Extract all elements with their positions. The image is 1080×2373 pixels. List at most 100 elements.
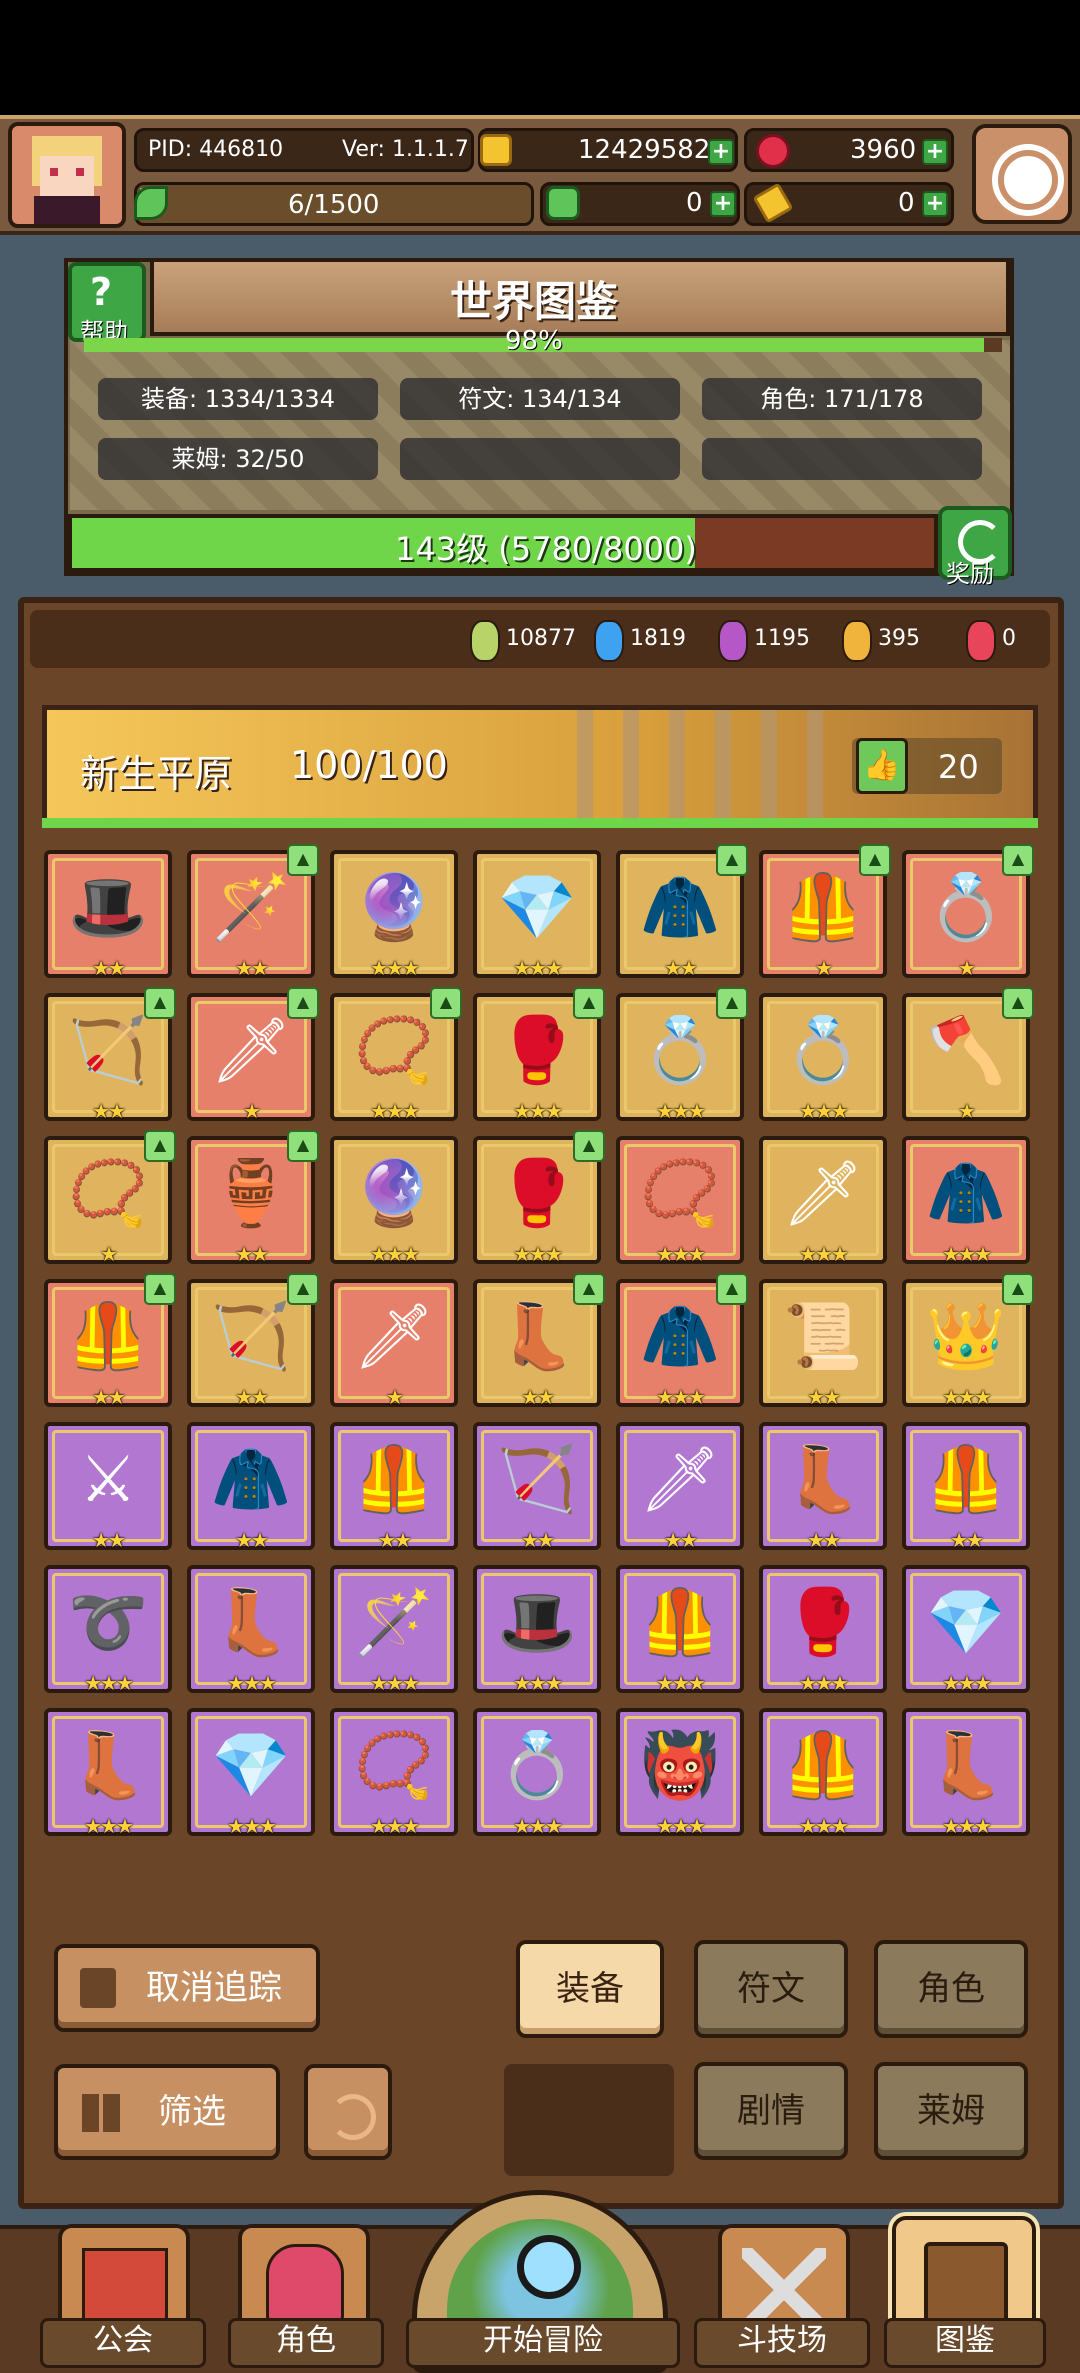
equipment-item[interactable]: 🦺 ★★ bbox=[902, 1422, 1030, 1552]
equipment-item[interactable]: 🪄 ★★ ▲ bbox=[187, 844, 319, 980]
boots-icon: 👢 bbox=[926, 1729, 1006, 1803]
equipment-item[interactable]: ➰ ★★★ bbox=[44, 1565, 172, 1695]
equipment-item[interactable]: 💎 ★★★ bbox=[902, 1565, 1030, 1695]
equipment-item[interactable]: 🧥 ★★ ▲ bbox=[616, 844, 748, 980]
equipment-item[interactable]: 📿 ★★★ ▲ bbox=[330, 987, 462, 1123]
gear-icon bbox=[998, 150, 1058, 210]
star-rating: ★ bbox=[958, 1099, 976, 1123]
equipment-item[interactable]: 🧥 ★★ bbox=[187, 1422, 315, 1552]
armor-icon: 🦺 bbox=[926, 1443, 1006, 1517]
thumbs-up-icon: 👍 bbox=[856, 738, 908, 794]
star-rating: ★★★ bbox=[942, 1385, 992, 1409]
stat-rune: 符文: 134/134 bbox=[400, 378, 680, 420]
armor-icon: 🦺 bbox=[640, 1586, 720, 1660]
equipment-item[interactable]: 🗡 ★ ▲ bbox=[187, 987, 319, 1123]
equipment-item[interactable]: 🔮 ★★★ bbox=[330, 850, 458, 980]
magnifier-icon bbox=[517, 2235, 581, 2299]
star-rating: ★★★ bbox=[227, 1814, 277, 1838]
clover-add-button[interactable]: + bbox=[710, 191, 736, 217]
equipment-item[interactable]: 🔮 ★★★ bbox=[330, 1136, 458, 1266]
settings-button[interactable] bbox=[972, 124, 1072, 224]
equipment-item[interactable]: 👢 ★★ bbox=[759, 1422, 887, 1552]
untrack-button[interactable]: 取消追踪 bbox=[54, 1944, 320, 2032]
equipment-item[interactable]: 🗡 ★★ bbox=[616, 1422, 744, 1552]
equipment-item[interactable]: 🎩 ★★ bbox=[44, 850, 172, 980]
star-rating: ★★★ bbox=[942, 1671, 992, 1695]
equipment-item[interactable]: 🦺 ★★ ▲ bbox=[44, 1273, 176, 1409]
equipment-item[interactable]: 👢 ★★★ bbox=[187, 1565, 315, 1695]
liked-thumb-icon: ▲ bbox=[716, 987, 748, 1019]
equipment-item[interactable]: 🧥 ★★★ ▲ bbox=[616, 1273, 748, 1409]
equipment-item[interactable]: 🏹 ★★ bbox=[473, 1422, 601, 1552]
equipment-item[interactable]: 👢 ★★★ bbox=[902, 1708, 1030, 1838]
equipment-item[interactable]: 💍 ★ ▲ bbox=[902, 844, 1034, 980]
tab-rune[interactable]: 符文 bbox=[694, 1940, 848, 2038]
star-rating: ★★ bbox=[378, 1528, 412, 1552]
stamina-leaf-icon bbox=[134, 186, 168, 220]
equipment-item[interactable]: 🧥 ★★★ bbox=[902, 1136, 1030, 1266]
equipment-item[interactable]: 💍 ★★★ bbox=[759, 993, 887, 1123]
hood-icon: 🧥 bbox=[211, 1443, 291, 1517]
gold-coin-icon bbox=[480, 134, 512, 166]
star-rating: ★★★ bbox=[84, 1671, 134, 1695]
nav-character-label: 角色 bbox=[228, 2318, 384, 2368]
equipment-item[interactable]: 💍 ★★★ ▲ bbox=[616, 987, 748, 1123]
filter-button[interactable]: 筛选 bbox=[54, 2064, 280, 2160]
stat-equipment: 装备: 1334/1334 bbox=[98, 378, 378, 420]
star-rating: ★★ bbox=[92, 1385, 126, 1409]
equipment-item[interactable]: 🦺 ★★★ bbox=[616, 1565, 744, 1695]
untrack-label: 取消追踪 bbox=[146, 1968, 282, 2008]
player-avatar[interactable] bbox=[8, 122, 126, 228]
gold-add-button[interactable]: + bbox=[708, 139, 734, 165]
thumb-icon bbox=[80, 1968, 116, 2008]
star-rating: ★ bbox=[958, 956, 976, 980]
bracer-icon: 🥊 bbox=[783, 1586, 863, 1660]
liked-thumb-icon: ▲ bbox=[716, 1273, 748, 1305]
equipment-item[interactable]: 🥊 ★★★ ▲ bbox=[473, 1130, 605, 1266]
equipment-item[interactable]: 🦺 ★★ bbox=[330, 1422, 458, 1552]
equipment-item[interactable]: 💎 ★★★ bbox=[473, 850, 601, 980]
equipment-item[interactable]: 📜 ★★ bbox=[759, 1279, 887, 1409]
equipment-item[interactable]: 💍 ★★★ bbox=[473, 1708, 601, 1838]
equipment-item[interactable]: 🗡 ★ bbox=[330, 1279, 458, 1409]
equipment-item[interactable]: 🗡 ★★★ bbox=[759, 1136, 887, 1266]
spear-icon: 🗡 bbox=[353, 1300, 435, 1374]
gem-icon bbox=[594, 620, 624, 662]
equipment-item[interactable]: 🥊 ★★★ bbox=[759, 1565, 887, 1695]
tab-character[interactable]: 角色 bbox=[874, 1940, 1028, 2038]
equipment-item[interactable]: 👢 ★★ ▲ bbox=[473, 1273, 605, 1409]
equipment-item[interactable]: 🦺 ★ ▲ bbox=[759, 844, 891, 980]
liked-thumb-icon: ▲ bbox=[144, 1273, 176, 1305]
star-rating: ★★ bbox=[235, 1242, 269, 1266]
gem-icon bbox=[842, 620, 872, 662]
equipment-item[interactable]: 🥊 ★★★ ▲ bbox=[473, 987, 605, 1123]
axe-icon: 🪓 bbox=[926, 1014, 1006, 1088]
equipment-item[interactable]: 👢 ★★★ bbox=[44, 1708, 172, 1838]
ruby-add-button[interactable]: + bbox=[922, 139, 948, 165]
key-add-button[interactable]: + bbox=[922, 191, 948, 217]
equipment-item[interactable]: 💎 ★★★ bbox=[187, 1708, 315, 1838]
equipment-item[interactable]: 👹 ★★★ bbox=[616, 1708, 744, 1838]
equipment-item[interactable]: 🏹 ★★ ▲ bbox=[187, 1273, 319, 1409]
equipment-item[interactable]: 🏹 ★★ ▲ bbox=[44, 987, 176, 1123]
tab-equipment[interactable]: 装备 bbox=[516, 1940, 664, 2038]
equipment-item[interactable]: 🏺 ★★ ▲ bbox=[187, 1130, 319, 1266]
equipment-item[interactable]: 📿 ★★★ bbox=[616, 1136, 744, 1266]
tab-story[interactable]: 剧情 bbox=[694, 2062, 848, 2160]
star-rating: ★★★ bbox=[370, 1814, 420, 1838]
pid-text: PID: 446810 bbox=[148, 137, 284, 162]
star-rating: ★★★ bbox=[656, 1242, 706, 1266]
equipment-item[interactable]: 📿 ★★★ bbox=[330, 1708, 458, 1838]
reset-button[interactable] bbox=[304, 2064, 392, 2160]
tab-slime[interactable]: 莱姆 bbox=[874, 2062, 1028, 2160]
equipment-item[interactable]: 🦺 ★★★ bbox=[759, 1708, 887, 1838]
equipment-item[interactable]: 🎩 ★★★ bbox=[473, 1565, 601, 1695]
bracer-icon: 🥊 bbox=[497, 1014, 577, 1088]
equipment-item[interactable]: 📿 ★ ▲ bbox=[44, 1130, 176, 1266]
equipment-item[interactable]: 🪓 ★ ▲ bbox=[902, 987, 1034, 1123]
spear-icon: 🗡 bbox=[782, 1157, 864, 1231]
equipment-item[interactable]: 🪄 ★★★ bbox=[330, 1565, 458, 1695]
version-text: Ver: 1.1.1.7 bbox=[342, 137, 469, 162]
equipment-item[interactable]: ⚔ ★★ bbox=[44, 1422, 172, 1552]
equipment-item[interactable]: 👑 ★★★ ▲ bbox=[902, 1273, 1034, 1409]
